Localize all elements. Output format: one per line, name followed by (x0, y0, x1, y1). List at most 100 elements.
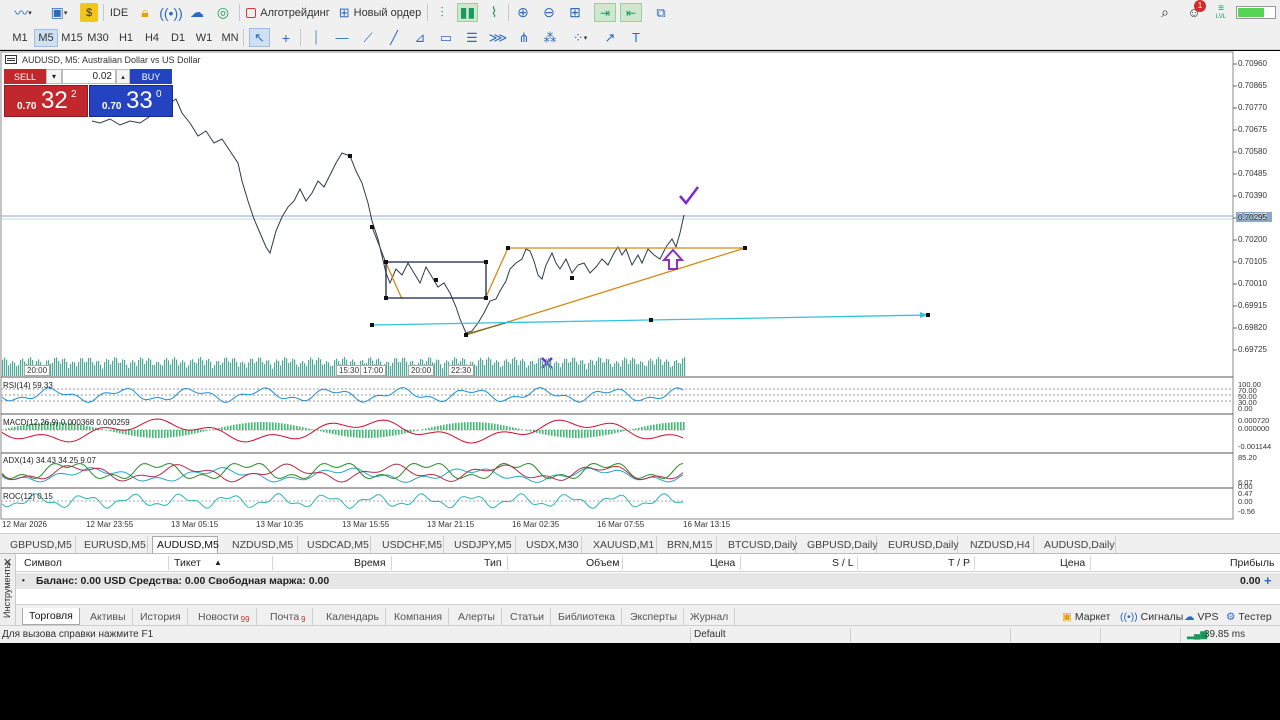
lock-icon[interactable]: 🔒︎ (136, 3, 154, 22)
timeframe-mn[interactable]: MN (218, 29, 242, 47)
symbol-tab[interactable]: GBPUSD,M5 (6, 536, 76, 553)
terminal-tab[interactable]: Алерты (452, 608, 502, 625)
chart-type-icon[interactable]: 〰 ▾ (8, 3, 38, 22)
market-icon[interactable]: ◎ (212, 3, 234, 22)
symbol-tab[interactable]: EURUSD,M5 (80, 536, 148, 553)
rectangle-icon[interactable]: ▭ (436, 28, 456, 47)
terminal-tab[interactable]: История (134, 608, 188, 625)
signal-icon[interactable]: ((•)) (159, 3, 183, 22)
algotrading-button[interactable]: Алготрейдинг (244, 3, 332, 22)
timeframe-h1[interactable]: H1 (114, 29, 138, 47)
elliott-wave-icon[interactable]: ⁂ (540, 28, 560, 47)
symbol-tab[interactable]: NZDUSD,H4 (966, 536, 1034, 553)
ray-icon[interactable]: ╱ (384, 28, 404, 47)
timeframe-m15[interactable]: M15 (60, 29, 84, 47)
col-symbol[interactable]: Символ (24, 557, 62, 569)
volume-dropdown[interactable]: ▾ (46, 69, 62, 84)
col-price[interactable]: Цена (710, 557, 735, 569)
symbol-tab[interactable]: BTCUSD,Daily (724, 536, 797, 553)
screenshot-icon[interactable]: ⧉ (650, 3, 672, 22)
text-tool-icon[interactable]: T (626, 28, 646, 47)
horizontal-line-icon[interactable]: — (332, 28, 352, 47)
balance-row[interactable]: • Баланс: 0.00 USD Средства: 0.00 Свобод… (16, 573, 1280, 589)
trendline-icon[interactable]: ⟋ (358, 28, 378, 47)
status-ping[interactable]: 39.85 ms (1204, 629, 1245, 640)
volume-up-button[interactable]: ▴ (116, 69, 130, 84)
chart-menu-icon[interactable] (5, 55, 17, 64)
cursor-icon[interactable]: ↖ (249, 28, 270, 47)
col-sl[interactable]: S / L (832, 557, 854, 569)
symbol-tab[interactable]: NZDUSD,M5 (228, 536, 298, 553)
zoom-out-icon[interactable]: ⊖ (539, 3, 559, 22)
col-tp[interactable]: T / P (948, 557, 970, 569)
col-type[interactable]: Тип (484, 557, 502, 569)
timeframe-m5[interactable]: M5 (34, 29, 58, 47)
timeframe-d1[interactable]: D1 (166, 29, 190, 47)
symbol-tab[interactable]: USDCAD,M5 (303, 536, 371, 553)
pitchfork-icon[interactable]: ⋔ (514, 28, 534, 47)
col-volume[interactable]: Объем (586, 557, 619, 569)
new-order-button[interactable]: ⊞ Новый ордер (336, 3, 424, 22)
vertical-line-icon[interactable]: ⏐ (306, 28, 326, 47)
col-time[interactable]: Время (354, 557, 386, 569)
timeframe-h4[interactable]: H4 (140, 29, 164, 47)
col-ticket[interactable]: Тикет (174, 557, 201, 569)
bar-chart-icon[interactable]: ⫶ (432, 3, 452, 22)
symbol-tab[interactable]: AUDUSD,Daily (1040, 536, 1116, 553)
vps-link[interactable]: ☁ VPS (1184, 608, 1219, 625)
signals-link[interactable]: ((•)) Сигналы (1120, 608, 1183, 625)
dollar-icon[interactable]: $ (80, 3, 98, 22)
symbol-tab[interactable]: EURUSD,Daily (884, 536, 959, 553)
arrow-tool-icon[interactable]: ↗ (600, 28, 620, 47)
zoom-in-icon[interactable]: ⊕ (513, 3, 533, 22)
terminal-tab[interactable]: Торговля (22, 608, 80, 625)
buy-button[interactable]: BUY (130, 69, 172, 84)
terminal-tab[interactable]: Календарь (320, 608, 386, 625)
market-link[interactable]: ▣ Маркет (1062, 608, 1110, 625)
sell-price-button[interactable]: 0.70 32 2 (4, 85, 88, 117)
terminal-tab[interactable]: Новости 99 (192, 608, 257, 625)
terminal-tab[interactable]: Эксперты (624, 608, 684, 625)
candlestick-icon[interactable]: ▮▮ (457, 3, 478, 22)
symbol-tab[interactable]: USDX,M30 (522, 536, 582, 553)
cloud-icon[interactable]: ☁ (186, 3, 208, 22)
chart-shift-icon[interactable]: ⇤ (620, 3, 642, 22)
terminal-tab[interactable]: Журнал (684, 608, 736, 625)
terminal-tab[interactable]: Почта 9 (264, 608, 313, 625)
symbol-tab[interactable]: XAUUSD,M1 (589, 536, 657, 553)
timeframe-w1[interactable]: W1 (192, 29, 216, 47)
ide-button[interactable]: IDE (108, 3, 130, 22)
autoscroll-icon[interactable]: ⇥ (594, 3, 616, 22)
col-profit[interactable]: Прибыль (1230, 557, 1274, 569)
terminal-tab[interactable]: Библиотека (552, 608, 623, 625)
notifications-icon[interactable]: ☺ 1 (1182, 0, 1206, 22)
terminal-tab[interactable]: Активы (84, 608, 133, 625)
buy-price-button[interactable]: 0.70 33 0 (89, 85, 173, 117)
chart-window-icon[interactable]: ▣ ▾ (44, 3, 74, 22)
timeframe-m30[interactable]: M30 (86, 29, 110, 47)
timeframe-m1[interactable]: M1 (8, 29, 32, 47)
search-icon[interactable]: ⌕ (1155, 3, 1175, 22)
terminal-tab[interactable]: Компания (388, 608, 450, 625)
grid-icon[interactable]: ⊞ (565, 3, 585, 22)
add-icon[interactable]: + (1264, 573, 1272, 588)
crosshair-icon[interactable]: + (276, 28, 296, 47)
symbol-tab[interactable]: AUDUSD,M5 (152, 536, 219, 553)
status-profile[interactable]: Default (694, 629, 726, 640)
chart-window[interactable]: AUDUSD, M5: Australian Dollar vs US Doll… (0, 51, 1280, 533)
symbol-tab[interactable]: USDJPY,M5 (450, 536, 516, 553)
fibo-fan-icon[interactable]: ⋙ (488, 28, 508, 47)
volume-input[interactable]: 0.02 (62, 69, 116, 84)
symbol-tab[interactable]: GBPUSD,Daily (803, 536, 878, 553)
symbol-tab[interactable]: USDCHF,M5 (378, 536, 444, 553)
line-chart-icon[interactable]: ⌇ (484, 3, 504, 22)
price-chart[interactable] (0, 51, 1280, 533)
shapes-icon[interactable]: ⁘ ▾ (566, 28, 594, 47)
sell-button[interactable]: SELL (4, 69, 46, 84)
col-price2[interactable]: Цена (1060, 557, 1085, 569)
fibonacci-icon[interactable]: ☰ (462, 28, 482, 47)
terminal-tab[interactable]: Статьи (504, 608, 552, 625)
channel-icon[interactable]: ⊿ (410, 28, 430, 47)
tester-link[interactable]: ⚙ Тестер (1226, 608, 1272, 625)
symbol-tab[interactable]: BRN,M15 (663, 536, 717, 553)
